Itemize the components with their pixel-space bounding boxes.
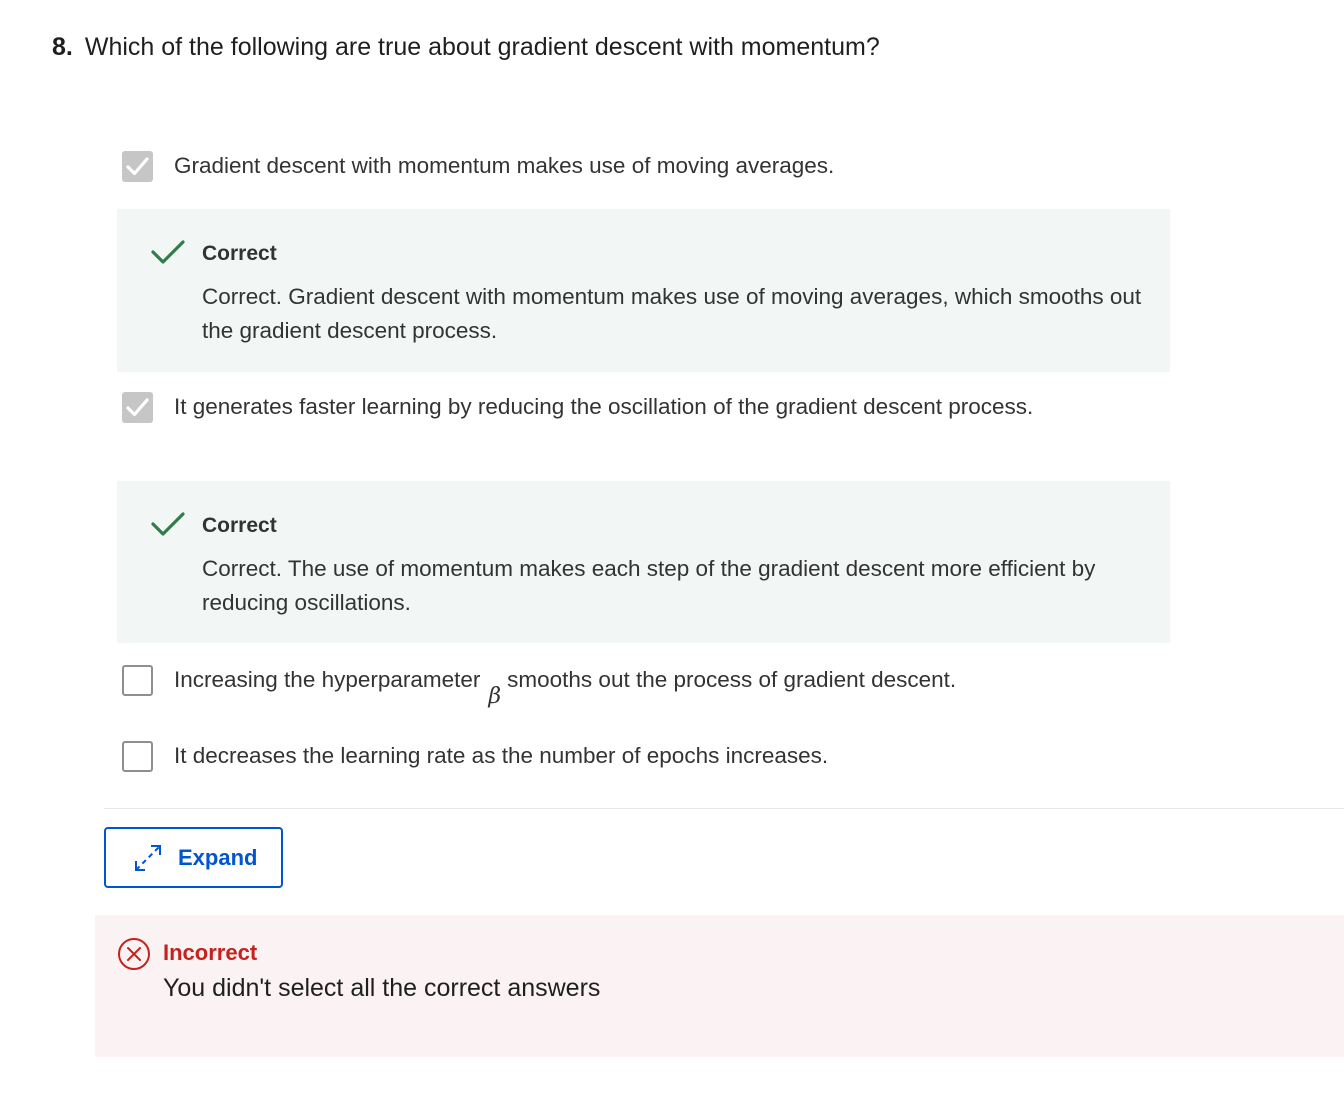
checkmark-icon [126,398,149,417]
x-circle-icon [118,938,150,970]
beta-symbol: β [488,684,502,709]
expand-button[interactable]: Expand [104,827,283,888]
option-3-text-after: smooths out the process of gradient desc… [507,667,957,692]
option-2-feedback-text: Correct. The use of momentum makes each … [202,556,1096,615]
option-1[interactable]: Gradient descent with momentum makes use… [122,151,1122,183]
result-text: You didn't select all the correct answer… [163,974,601,1002]
option-3-label: Increasing the hyperparameter βsmooths ou… [174,663,957,709]
option-3-checkbox[interactable] [122,665,153,696]
option-1-label: Gradient descent with momentum makes use… [174,153,835,178]
question-number: 8. [52,33,73,61]
result-banner: Incorrect You didn't select all the corr… [95,915,1344,1057]
option-3[interactable]: Increasing the hyperparameter βsmooths ou… [122,663,1122,709]
option-1-feedback-title: Correct [202,242,277,265]
correct-check-icon [151,240,185,264]
option-4-checkbox[interactable] [122,741,153,772]
expand-arrows-icon [135,844,161,871]
option-2-feedback-title: Correct [202,514,277,537]
question-text: Which of the following are true about gr… [84,33,880,61]
option-1-checkbox[interactable] [122,151,153,182]
option-2[interactable]: It generates faster learning by reducing… [122,392,1052,424]
option-1-feedback-text: Correct. Gradient descent with momentum … [202,284,1142,343]
option-4[interactable]: It decreases the learning rate as the nu… [122,741,1122,773]
expand-button-label: Expand [178,844,258,870]
option-2-checkbox[interactable] [122,392,153,423]
checkmark-icon [126,157,149,176]
option-4-label: It decreases the learning rate as the nu… [174,743,829,768]
question-title: 8. Which of the following are true about … [52,30,880,64]
option-3-text-before: Increasing the hyperparameter [174,667,481,692]
correct-check-icon [151,512,185,536]
divider [104,808,1344,809]
option-2-feedback: Correct Correct. The use of momentum mak… [117,481,1170,643]
option-2-label: It generates faster learning by reducing… [174,394,1034,419]
option-1-feedback: Correct Correct. Gradient descent with m… [117,209,1170,372]
result-title: Incorrect [163,940,258,965]
